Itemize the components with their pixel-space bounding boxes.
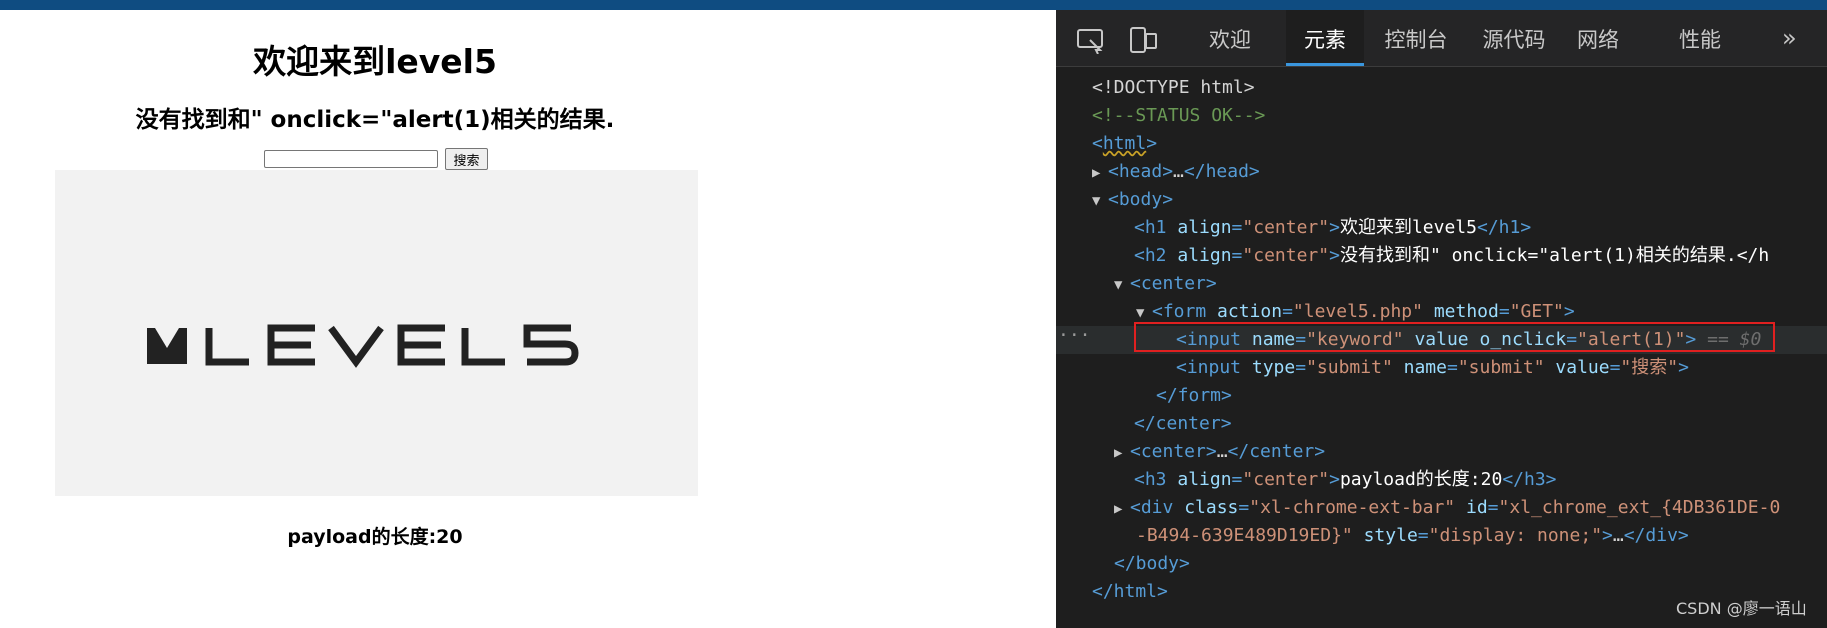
collapse-triangle-icon[interactable]: ▼ xyxy=(1114,271,1130,298)
expand-triangle-icon[interactable]: ▶ xyxy=(1114,439,1130,466)
dom-line-h2[interactable]: <h2 align="center">没有找到和" onclick="alert… xyxy=(1056,242,1827,270)
payload-length-heading: payload的长度:20 xyxy=(287,526,463,548)
tab-console[interactable]: 控制台 xyxy=(1374,10,1458,66)
dom-line-options-icon[interactable]: ··· xyxy=(1058,322,1091,350)
collapse-triangle-icon[interactable]: ▼ xyxy=(1092,187,1108,214)
search-button[interactable]: 搜索 xyxy=(445,148,488,170)
browser-top-bar xyxy=(0,0,1827,10)
expand-triangle-icon[interactable]: ▶ xyxy=(1092,159,1108,186)
tab-sources[interactable]: 源代码 xyxy=(1472,10,1556,66)
red-highlight-box xyxy=(1134,322,1775,352)
dom-line-comment[interactable]: <!--STATUS OK--> xyxy=(1056,102,1827,130)
dom-line-html[interactable]: <html> xyxy=(1056,130,1827,158)
dom-line-doctype[interactable]: <!DOCTYPE html> xyxy=(1056,74,1827,102)
dom-line-center[interactable]: ▼ <center> xyxy=(1056,270,1827,298)
csdn-watermark: CSDN @廖一语山 xyxy=(1676,599,1807,618)
page-heading-h1: 欢迎来到level5 xyxy=(253,42,497,81)
dom-line-h3[interactable]: <h3 align="center">payload的长度:20</h3> xyxy=(1056,466,1827,494)
dom-line-input-submit[interactable]: <input type="submit" name="submit" value… xyxy=(1056,354,1827,382)
dom-line-div-cont[interactable]: -B494-639E489D19ED}" style="display: non… xyxy=(1056,522,1827,550)
dom-line-head[interactable]: ▶ <head>…</head> xyxy=(1056,158,1827,186)
level5-logo xyxy=(147,324,579,368)
device-emulation-icon[interactable] xyxy=(1126,26,1160,54)
tab-performance[interactable]: 性能 xyxy=(1668,10,1732,66)
expand-triangle-icon[interactable]: ▶ xyxy=(1114,495,1130,522)
dom-line-div[interactable]: ▶ <div class="xl-chrome-ext-bar" id="xl_c… xyxy=(1056,494,1827,522)
page-heading-h2: 没有找到和" onclick="alert(1)相关的结果. xyxy=(135,107,615,133)
web-page: 欢迎来到level5 没有找到和" onclick="alert(1)相关的结果… xyxy=(0,10,1056,628)
tab-welcome[interactable]: 欢迎 xyxy=(1192,10,1268,66)
more-tabs-icon[interactable]: » xyxy=(1782,24,1797,52)
devtools-panel: 欢迎 元素 控制台 源代码 网络 性能 » <!DOCTYPE html> <!… xyxy=(1056,10,1827,628)
inspect-element-icon[interactable] xyxy=(1074,26,1108,54)
dom-line-form-close[interactable]: </form> xyxy=(1056,382,1827,410)
tab-elements[interactable]: 元素 xyxy=(1286,10,1364,66)
dom-line-center-close[interactable]: </center> xyxy=(1056,410,1827,438)
devtools-toolbar: 欢迎 元素 控制台 源代码 网络 性能 » xyxy=(1056,10,1827,67)
dom-line-h1[interactable]: <h1 align="center">欢迎来到level5</h1> xyxy=(1056,214,1827,242)
dom-line-body-close[interactable]: </body> xyxy=(1056,550,1827,578)
level5-banner-image xyxy=(55,170,698,496)
dom-line-center-collapsed[interactable]: ▶ <center>…</center> xyxy=(1056,438,1827,466)
search-input[interactable] xyxy=(264,150,438,168)
tab-network[interactable]: 网络 xyxy=(1566,10,1630,66)
dom-line-body[interactable]: ▼ <body> xyxy=(1056,186,1827,214)
